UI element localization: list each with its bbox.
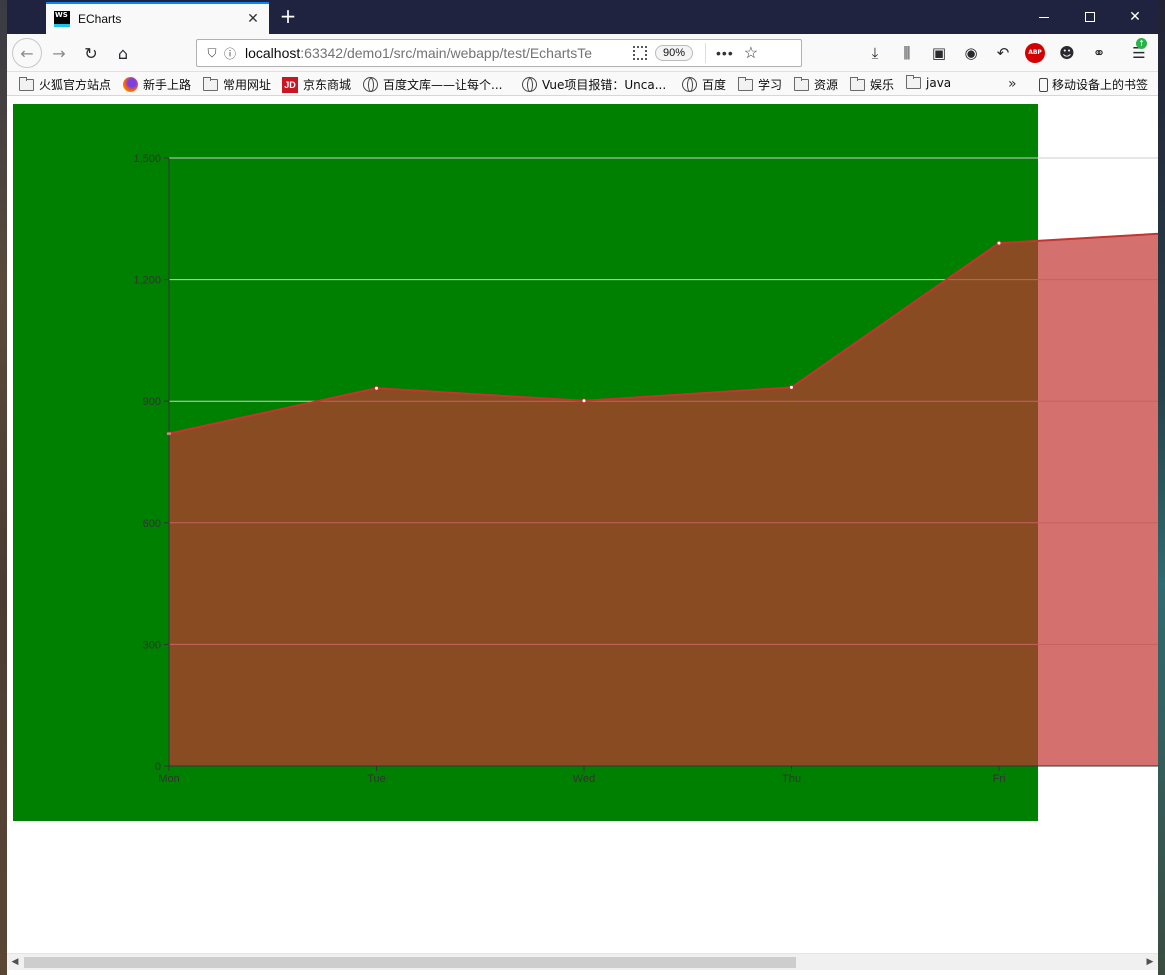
account-icon[interactable]: ◉ [961,43,981,63]
url-host: localhost [245,45,301,61]
data-point [789,384,794,390]
desktop-background-left [0,0,7,975]
bookmark-item[interactable]: 资源 [794,76,838,93]
data-point [996,240,1002,246]
folder-icon [794,76,809,91]
tab-title: ECharts [78,12,122,26]
scroll-right-arrow-icon[interactable]: ▶ [1142,954,1158,970]
bookmark-label: 娱乐 [870,78,895,92]
qr-code-icon[interactable] [633,46,647,60]
tab-bar: WS ECharts ✕ + ✕ [7,0,1158,34]
minimize-window-button[interactable] [1021,0,1067,34]
bookmark-label: 火狐官方站点 [39,78,112,92]
phone-icon [1039,77,1048,92]
bookmark-item[interactable]: 新手上路 [123,76,191,93]
browser-window: WS ECharts ✕ + ✕ ← → ↻ ⌂ ⛉ ⓘ localhost:6… [7,0,1158,975]
bookmark-label: java [926,76,952,90]
desktop-background-right [1158,0,1165,975]
webstorm-favicon-icon: WS [54,11,70,27]
folder-icon [19,76,34,91]
data-point [374,385,379,391]
adblock-icon[interactable]: ABP [1025,43,1045,63]
firefox-icon [123,77,138,92]
url-bar[interactable]: ⛉ ⓘ localhost:63342/demo1/src/main/webap… [196,39,802,67]
x-tick-label: Thu [782,773,801,785]
url-text[interactable]: localhost:63342/demo1/src/main/webapp/te… [245,45,625,61]
update-badge-icon: ↑ [1136,38,1147,49]
folder-icon [850,76,865,91]
folder-icon [738,76,753,91]
bookmark-label: Vue项目报错：Unca... [542,78,667,92]
globe-icon [682,77,697,92]
bookmark-item[interactable]: JD 京东商城 [282,76,351,93]
undo-icon[interactable]: ↶ [993,43,1013,63]
url-divider [705,43,707,63]
tab-echarts[interactable]: WS ECharts ✕ [46,2,269,34]
bookmark-item[interactable]: 火狐官方站点 [19,76,111,93]
folder-icon [906,75,921,89]
y-tick-label: 1,500 [133,153,161,165]
mobile-bookmarks[interactable]: 移动设备上的书签 [1039,76,1148,93]
bookmark-label: 京东商城 [303,78,352,92]
scroll-left-arrow-icon[interactable]: ◀ [7,954,23,970]
zoom-level-badge[interactable]: 90% [655,45,694,61]
download-icon[interactable]: ⤓ [865,43,885,63]
shield-icon[interactable]: ⛉ [203,46,221,61]
x-tick-label: Tue [367,773,386,785]
bookmark-item[interactable]: Vue项目报错：Unca... [522,76,666,93]
y-tick-label: 1,200 [133,275,161,287]
x-tick-label: Mon [158,773,179,785]
folder-icon [203,76,218,91]
bookmark-item[interactable]: 娱乐 [850,76,894,93]
close-tab-icon[interactable]: ✕ [245,11,261,27]
navigation-toolbar: ← → ↻ ⌂ ⛉ ⓘ localhost:63342/demo1/src/ma… [7,34,1158,72]
bookmark-label: 百度文库——让每个... [383,78,503,92]
jd-icon: JD [282,76,298,93]
bookmarks-toolbar: 火狐官方站点 新手上路 常用网址 JD 京东商城 百度文库——让每个... Vue… [7,72,1158,96]
echarts-chart: 0 300 600 900 1,200 1,500 Mon Tue Wed Thu Fri [13,104,1158,821]
y-tick-label: 300 [143,639,161,651]
bookmark-label: 新手上路 [143,78,192,92]
y-tick-label: 600 [143,518,161,530]
bookmark-item[interactable]: 百度 [682,76,726,93]
y-tick-label: 0 [155,761,161,773]
extension-icon[interactable]: ⚭ [1089,43,1109,63]
home-icon[interactable]: ⌂ [108,38,138,68]
bookmark-label: 学习 [758,78,783,92]
more-dots-icon[interactable]: ••• [716,45,734,61]
info-icon[interactable]: ⓘ [221,45,239,62]
bookmark-item[interactable]: 百度文库——让每个... [363,76,502,93]
bookmark-item[interactable]: 学习 [738,76,782,93]
globe-icon [363,77,378,92]
y-tick-label: 900 [143,396,161,408]
bookmark-item[interactable]: java [906,75,952,90]
new-tab-icon[interactable]: + [277,5,299,27]
reload-icon[interactable]: ↻ [76,38,106,68]
forward-arrow-icon[interactable]: → [44,38,74,68]
library-icon[interactable]: ⫼ [897,43,917,63]
window-bottom-edge [7,970,1158,975]
star-icon[interactable]: ☆ [744,43,758,63]
bookmark-label: 百度 [702,78,727,92]
x-tick-label: Wed [573,773,595,785]
url-path: :63342/demo1/src/main/webapp/test/Echart… [300,45,593,61]
close-window-button[interactable]: ✕ [1112,0,1158,34]
extension-icon[interactable]: ☻ [1057,43,1077,63]
x-tick-label: Fri [993,773,1006,785]
mobile-bookmarks-label: 移动设备上的书签 [1052,78,1149,92]
data-point [581,398,587,404]
horizontal-scrollbar[interactable]: ◀ ▶ [7,953,1158,970]
globe-icon [522,77,537,92]
more-bookmarks-chevron-icon[interactable]: » [1008,76,1017,92]
maximize-window-button[interactable] [1067,0,1113,34]
scrollbar-thumb[interactable] [24,957,796,968]
sidebar-icon[interactable]: ▣ [929,43,949,63]
page-content: 0 300 600 900 1,200 1,500 Mon Tue Wed Thu Fri [7,96,1158,975]
bookmark-item[interactable]: 常用网址 [203,76,271,93]
back-arrow-icon[interactable]: ← [12,38,42,68]
bookmark-label: 资源 [814,78,839,92]
bookmark-label: 常用网址 [223,78,272,92]
